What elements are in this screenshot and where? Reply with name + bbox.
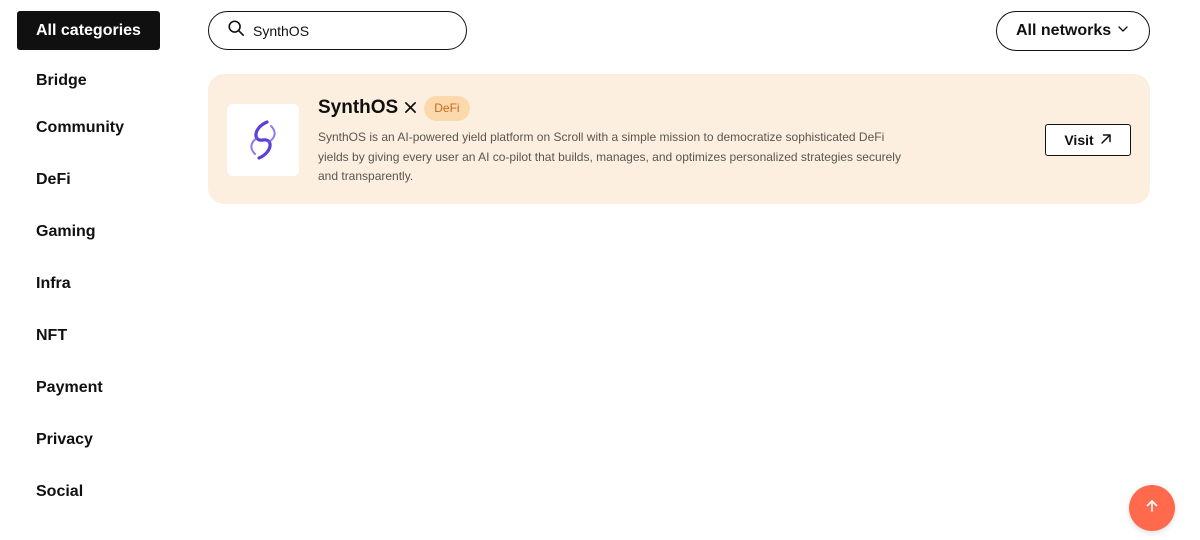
- category-item-community[interactable]: Community: [17, 102, 187, 154]
- arrow-up-right-icon: [1094, 132, 1112, 148]
- category-item-gaming[interactable]: Gaming: [17, 206, 187, 258]
- project-card: SynthOS DeFi SynthOS is an AI-powered yi…: [208, 74, 1150, 204]
- arrow-up-icon: [1145, 499, 1159, 518]
- visit-button[interactable]: Visit: [1045, 124, 1131, 156]
- scroll-to-top-button[interactable]: [1129, 485, 1175, 531]
- category-list: Bridge Community DeFi Gaming Infra NFT P…: [17, 63, 187, 518]
- category-item-defi[interactable]: DeFi: [17, 154, 187, 206]
- search-input[interactable]: [253, 22, 453, 39]
- project-title-row: SynthOS DeFi: [318, 95, 470, 121]
- category-item-infra[interactable]: Infra: [17, 258, 187, 310]
- visit-button-label: Visit: [1064, 132, 1094, 148]
- project-title: SynthOS: [318, 97, 399, 118]
- category-item-bridge[interactable]: Bridge: [17, 63, 187, 102]
- category-all[interactable]: All categories: [17, 11, 160, 50]
- synthos-logo: [227, 104, 299, 176]
- category-item-nft[interactable]: NFT: [17, 310, 187, 362]
- project-description: SynthOS is an AI-powered yield platform …: [318, 130, 901, 183]
- category-badge: DeFi: [424, 95, 470, 121]
- search-box[interactable]: [208, 11, 467, 50]
- search-icon: [227, 19, 245, 42]
- category-item-social[interactable]: Social: [17, 466, 187, 518]
- x-twitter-icon[interactable]: [404, 101, 418, 115]
- network-select[interactable]: All networks: [996, 11, 1150, 51]
- category-item-privacy[interactable]: Privacy: [17, 414, 187, 466]
- page: All categories Bridge Community DeFi Gam…: [0, 0, 1200, 540]
- chevron-down-icon: [1117, 22, 1129, 40]
- network-select-label: All networks: [1016, 22, 1112, 39]
- category-sidebar: All categories Bridge Community DeFi Gam…: [17, 11, 187, 518]
- category-item-payment[interactable]: Payment: [17, 362, 187, 414]
